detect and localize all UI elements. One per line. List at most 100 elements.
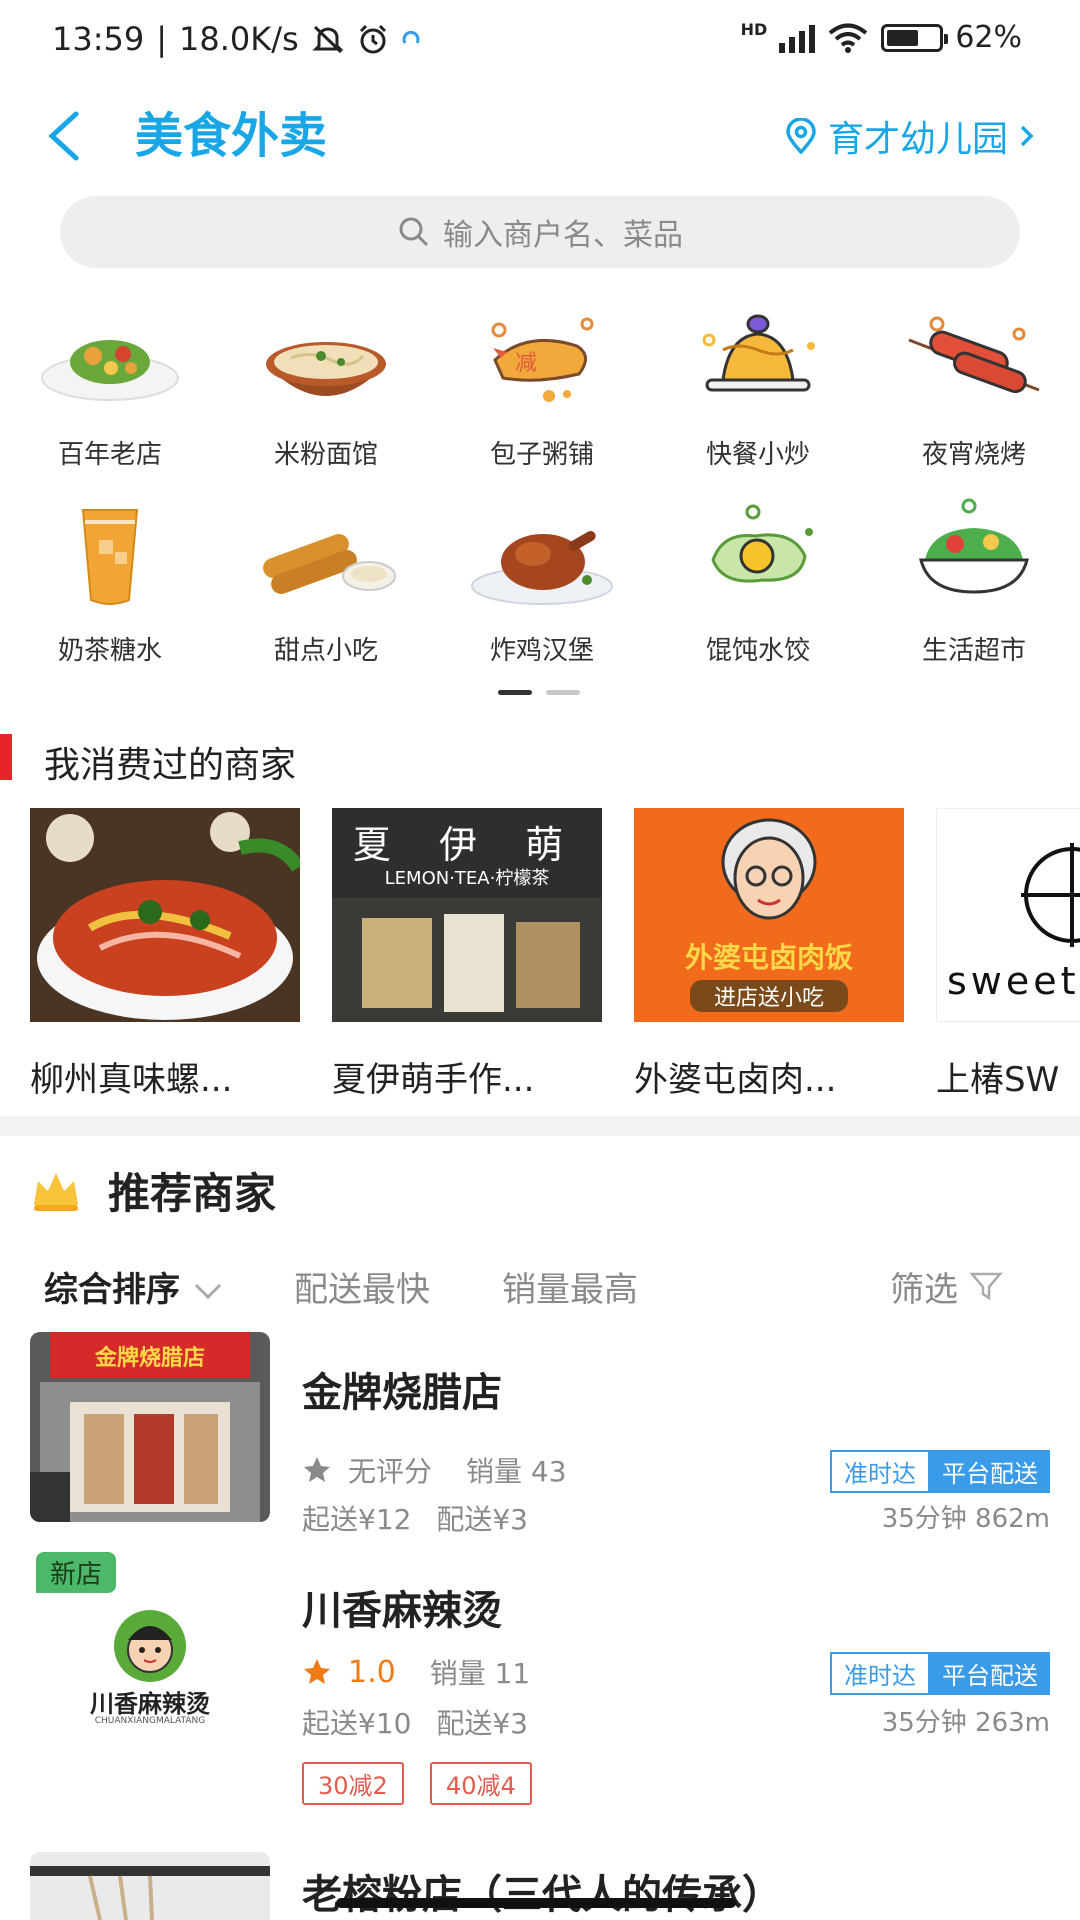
sort-fastest[interactable]: 配送最快 — [294, 1262, 430, 1311]
signal-icon — [779, 23, 816, 53]
chevron-right-icon — [1020, 125, 1034, 147]
logo-subtext: CHUANXIANGMALATANG — [94, 1716, 206, 1726]
loading-icon — [402, 30, 420, 44]
category-label: 馄饨水饺 — [705, 636, 810, 666]
filter-button[interactable]: 筛选 — [890, 1262, 1003, 1311]
shop-sign: 夏 伊 萌 — [352, 823, 582, 867]
shop-sign-sub: LEMON·TEA·柠檬茶 — [384, 868, 550, 889]
pager-dot — [546, 690, 580, 695]
mute-icon — [312, 25, 344, 54]
eta-distance: 35分钟 862m — [881, 1504, 1050, 1534]
category-item[interactable]: 夜宵烧烤 — [884, 300, 1064, 471]
category-item[interactable]: 奶茶糖水 — [20, 496, 200, 667]
category-item[interactable]: 馄饨水饺 — [668, 496, 848, 667]
category-item[interactable]: 百年老店 — [20, 300, 200, 471]
category-label: 米粉面馆 — [273, 440, 378, 470]
category-label: 百年老店 — [57, 440, 162, 470]
location-pin-icon — [786, 118, 816, 154]
sort-top-sales[interactable]: 销量最高 — [502, 1262, 638, 1311]
location-label: 育才幼儿园 — [827, 119, 1008, 160]
filter-icon — [969, 1272, 1003, 1301]
salad-bowl-icon — [899, 496, 1049, 616]
fried-egg-icon — [683, 496, 833, 616]
shop-card[interactable]: 川香麻辣烫 CHUANXIANGMALATANG 新店 川香麻辣烫 1.0 销量… — [0, 1552, 1080, 1822]
merchant-name: 柳州真味螺... — [30, 1060, 233, 1098]
header: 美食外卖 育才幼儿园 — [0, 80, 1080, 200]
new-shop-badge: 新店 — [36, 1552, 117, 1593]
crown-star-icon — [34, 1172, 78, 1211]
merchant-photo: 外婆屯卤肉饭 进店送小吃 — [634, 808, 904, 1022]
chevron-down-icon — [194, 1283, 221, 1300]
star-icon — [304, 1457, 330, 1482]
status-time: 13:59 — [52, 20, 145, 58]
promo-tag: 30减2 — [302, 1762, 404, 1805]
fried-dough-icon — [251, 496, 401, 616]
category-item[interactable]: 生活超市 — [884, 496, 1064, 667]
eta-distance: 35分钟 263m — [881, 1708, 1050, 1738]
category-pager — [498, 690, 580, 695]
merchant-photo: sweet — [936, 808, 1080, 1022]
shop-sign: 外婆屯卤肉饭 — [684, 941, 853, 974]
sort-label: 综合排序 — [44, 1270, 180, 1310]
shop-sign-sub: 进店送小吃 — [690, 980, 848, 1012]
network-type: HD — [740, 20, 768, 39]
shop-meta: 无评分 销量 43 — [302, 1450, 567, 1490]
consumed-merchant-card[interactable]: 外婆屯卤肉饭 进店送小吃 外婆屯卤肉... — [634, 808, 904, 1098]
filter-label: 筛选 — [890, 1270, 958, 1310]
shop-photo: 金牌烧腊店 — [30, 1332, 270, 1522]
on-time-tag: 准时达 — [830, 1450, 930, 1493]
star-icon — [304, 1659, 330, 1684]
category-label: 生活超市 — [921, 636, 1026, 666]
consumed-merchant-list: 柳州真味螺... 夏 伊 萌 LEMON·TEA·柠檬茶 夏伊萌手作... 外婆… — [30, 808, 1080, 1098]
battery-icon — [881, 23, 949, 52]
pager-dot — [498, 690, 532, 695]
min-order: 起送¥12 — [302, 1503, 412, 1536]
shop-fees: 起送¥12 配送¥3 — [302, 1498, 528, 1538]
shop-name: 老榕粉店（三代人的传承） — [302, 1872, 782, 1918]
sausage-skewer-icon — [899, 300, 1049, 420]
salad-plate-icon — [35, 300, 185, 420]
shop-tags: 准时达 平台配送 — [830, 1450, 1050, 1493]
search-input[interactable]: 输入商户名、菜品 — [60, 196, 1020, 268]
sort-comprehensive[interactable]: 综合排序 — [44, 1262, 224, 1311]
sales: 销量 43 — [466, 1455, 567, 1488]
back-button[interactable] — [40, 96, 100, 176]
section-marker — [0, 734, 12, 780]
shop-sign: sweet — [947, 959, 1080, 1003]
consumed-merchant-card[interactable]: sweet 上椿SW — [936, 808, 1080, 1098]
shop-card[interactable]: 金牌烧腊店 金牌烧腊店 无评分 销量 43 起送¥12 配送¥3 准时达 平台配… — [0, 1332, 1080, 1542]
shop-sign: 金牌烧腊店 — [94, 1346, 205, 1371]
category-label: 炸鸡汉堡 — [489, 636, 594, 666]
category-label: 甜点小吃 — [273, 636, 378, 666]
shop-card[interactable]: 老榕粉店（三代人的传承） — [0, 1852, 1080, 1920]
consumed-merchant-card[interactable]: 夏 伊 萌 LEMON·TEA·柠檬茶 夏伊萌手作... — [332, 808, 602, 1098]
merchant-name: 外婆屯卤肉... — [634, 1060, 837, 1098]
shop-tags: 准时达 平台配送 — [830, 1652, 1050, 1695]
shop-name: 金牌烧腊店 — [302, 1370, 502, 1416]
pudding-icon — [683, 300, 833, 420]
category-item[interactable]: 减 包子粥铺 — [452, 300, 632, 471]
category-label: 快餐小炒 — [705, 440, 810, 470]
category-item[interactable]: 快餐小炒 — [668, 300, 848, 471]
page-title: 美食外卖 — [135, 108, 328, 164]
delivery-fee: 配送¥3 — [436, 1503, 528, 1536]
consumed-merchant-card[interactable]: 柳州真味螺... — [30, 808, 300, 1098]
consumed-section-title: 我消费过的商家 — [44, 745, 297, 786]
iced-tea-icon — [35, 496, 185, 616]
shop-photo — [30, 1852, 270, 1920]
battery-percent: 62% — [955, 20, 1022, 55]
network-speed: 18.0K/s — [179, 20, 299, 58]
platform-delivery-tag: 平台配送 — [930, 1450, 1050, 1493]
location-selector[interactable]: 育才幼儿园 — [784, 96, 1036, 176]
merchant-name: 上椿SW — [936, 1060, 1060, 1098]
on-time-tag: 准时达 — [830, 1652, 930, 1695]
category-label: 奶茶糖水 — [57, 636, 162, 666]
platform-delivery-tag: 平台配送 — [930, 1652, 1050, 1695]
home-indicator[interactable] — [336, 1898, 736, 1908]
fried-shrimp-icon: 减 — [467, 300, 617, 420]
category-item[interactable]: 甜点小吃 — [236, 496, 416, 667]
sort-bar: 综合排序 配送最快 销量最高 筛选 — [44, 1262, 1036, 1322]
category-item[interactable]: 米粉面馆 — [236, 300, 416, 471]
logo-text: 川香麻辣烫 — [90, 1690, 210, 1718]
category-item[interactable]: 炸鸡汉堡 — [452, 496, 632, 667]
